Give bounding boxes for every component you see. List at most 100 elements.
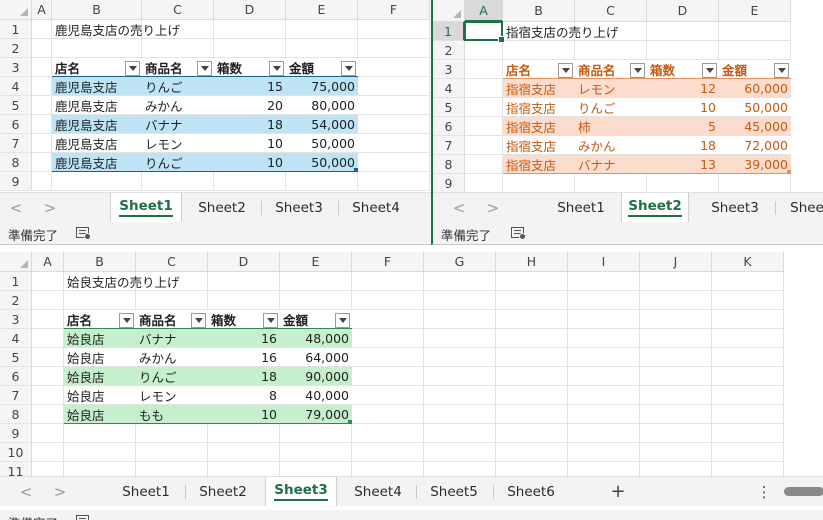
column-header-f[interactable]: F	[352, 252, 424, 272]
scroll-tabs-right-icon[interactable]: >	[52, 483, 68, 501]
table-cell[interactable]: 指宿支店	[503, 117, 575, 135]
table-cell[interactable]: 10	[214, 153, 286, 171]
table-header-store[interactable]: 店名	[52, 58, 142, 77]
column-header-a[interactable]: A	[465, 0, 503, 22]
macro-record-icon[interactable]	[511, 227, 526, 240]
row-header-3[interactable]: 3	[433, 60, 465, 79]
row-header-10[interactable]: 10	[0, 443, 32, 462]
row-header-2[interactable]: 2	[0, 291, 32, 310]
column-header-b[interactable]: B	[503, 0, 575, 22]
column-header-c[interactable]: C	[575, 0, 647, 22]
table-header-amount[interactable]: 金額	[719, 60, 791, 79]
row-header-8[interactable]: 8	[0, 153, 32, 172]
macro-record-icon[interactable]	[76, 515, 89, 520]
table-cell[interactable]: 鹿児島支店	[52, 96, 142, 114]
table-cell[interactable]: 柿	[575, 117, 647, 135]
sheet-tab-2[interactable]: Sheet2	[187, 477, 259, 506]
table-cell[interactable]: みかん	[142, 96, 214, 114]
table-cell[interactable]: レモン	[142, 134, 214, 152]
row-header-3[interactable]: 3	[0, 58, 32, 77]
table-cell[interactable]: 45,000	[719, 117, 791, 135]
sheet-tab-4[interactable]: Shee	[777, 193, 823, 222]
table-cell[interactable]: 16	[208, 348, 280, 366]
table-header-boxes[interactable]: 箱数	[647, 60, 719, 79]
table-cell[interactable]: レモン	[575, 79, 647, 97]
sheet-title[interactable]: 姶良支店の売り上げ	[64, 272, 208, 291]
table-header-product[interactable]: 商品名	[142, 58, 214, 77]
row-header-9[interactable]: 9	[433, 174, 465, 193]
table-cell[interactable]: 39,000	[719, 155, 791, 173]
column-header-h[interactable]: H	[496, 252, 568, 272]
scroll-tabs-right-icon[interactable]: >	[485, 199, 501, 217]
table-cell[interactable]: 鹿児島支店	[52, 77, 142, 95]
scroll-tabs-left-icon[interactable]: <	[8, 199, 24, 217]
cell-grid[interactable]: ABCDEFF123456789鹿児島支店の売り上げ店名商品名箱数金額鹿児島支店…	[0, 0, 430, 191]
table-cell[interactable]: 50,000	[286, 134, 358, 152]
row-header-7[interactable]: 7	[0, 386, 32, 405]
column-header-b[interactable]: B	[64, 252, 136, 272]
filter-dropdown-icon[interactable]	[774, 62, 789, 78]
table-cell[interactable]: バナナ	[142, 115, 214, 133]
select-all-corner[interactable]	[0, 0, 32, 20]
table-cell[interactable]: 16	[208, 329, 280, 347]
table-header-product[interactable]: 商品名	[575, 60, 647, 79]
row-header-7[interactable]: 7	[0, 134, 32, 153]
row-header-2[interactable]: 2	[0, 39, 32, 58]
table-cell[interactable]: 鹿児島支店	[52, 115, 142, 133]
filter-dropdown-icon[interactable]	[191, 312, 206, 328]
row-header-9[interactable]: 9	[0, 172, 32, 191]
sheet-title[interactable]: 鹿児島支店の売り上げ	[52, 20, 214, 39]
row-header-5[interactable]: 5	[433, 98, 465, 117]
table-cell[interactable]: 50,000	[719, 98, 791, 116]
table-cell[interactable]: 12	[647, 79, 719, 97]
table-header-store[interactable]: 店名	[64, 310, 136, 329]
column-header-e[interactable]: E	[286, 0, 358, 20]
sheet-tab-1[interactable]: Sheet1	[545, 193, 617, 222]
row-header-2[interactable]: 2	[433, 41, 465, 60]
column-header-e[interactable]: E	[719, 0, 791, 22]
row-header-1[interactable]: 1	[0, 272, 32, 291]
workbook-window-ibusuki[interactable]: A B C D E 1 2 3 4 5 6 7 8 9 指宿支店の売り上げ 店名 商品名 箱数 金額 指宿支店 レモン 1…	[431, 0, 823, 245]
table-cell[interactable]: もも	[136, 405, 208, 423]
table-cell[interactable]: バナナ	[575, 155, 647, 173]
table-cell[interactable]: レモン	[136, 386, 208, 404]
table-cell[interactable]: 20	[214, 96, 286, 114]
select-all-corner[interactable]	[433, 0, 465, 22]
row-header-8[interactable]: 8	[433, 155, 465, 174]
filter-dropdown-icon[interactable]	[341, 60, 356, 76]
table-cell[interactable]: 指宿支店	[503, 136, 575, 154]
column-header-d[interactable]: D	[214, 0, 286, 20]
column-header-b[interactable]: B	[52, 0, 142, 20]
table-cell[interactable]: りんご	[575, 98, 647, 116]
table-resize-handle[interactable]	[787, 170, 791, 174]
sheet-tab-3[interactable]: Sheet3	[263, 193, 335, 222]
row-header-6[interactable]: 6	[0, 367, 32, 386]
column-header-f[interactable]: F	[358, 0, 430, 20]
filter-dropdown-icon[interactable]	[630, 62, 645, 78]
column-header-a[interactable]: A	[32, 0, 52, 20]
scroll-tabs-right-icon[interactable]: >	[42, 199, 58, 217]
table-cell[interactable]: 5	[647, 117, 719, 135]
table-cell[interactable]: 8	[208, 386, 280, 404]
table-cell[interactable]: 姶良店	[64, 329, 136, 347]
table-cell[interactable]: 鹿児島支店	[52, 134, 142, 152]
sheet-title[interactable]: 指宿支店の売り上げ	[503, 22, 647, 41]
cell-grid[interactable]: A B C D E 1 2 3 4 5 6 7 8 9 指宿支店の売り上げ 店名 商品名 箱数 金額 指宿支店 レモン 1…	[433, 0, 791, 193]
table-cell[interactable]: 姶良店	[64, 367, 136, 385]
table-cell[interactable]: 姶良店	[64, 405, 136, 423]
table-cell[interactable]: 64,000	[280, 348, 352, 366]
table-cell[interactable]: 15	[214, 77, 286, 95]
sheet-tab-2[interactable]: Sheet2	[186, 193, 258, 222]
table-cell[interactable]: 54,000	[286, 115, 358, 133]
column-header-g[interactable]: G	[424, 252, 496, 272]
table-cell[interactable]: 40,000	[280, 386, 352, 404]
column-header-c[interactable]: C	[136, 252, 208, 272]
table-header-amount[interactable]: 金額	[286, 58, 358, 77]
table-cell[interactable]: 48,000	[280, 329, 352, 347]
table-cell[interactable]: りんご	[136, 367, 208, 385]
row-header-6[interactable]: 6	[0, 115, 32, 134]
table-cell[interactable]: 10	[214, 134, 286, 152]
filter-dropdown-icon[interactable]	[119, 312, 134, 328]
column-header-a[interactable]: A	[32, 252, 64, 272]
table-header-boxes[interactable]: 箱数	[208, 310, 280, 329]
